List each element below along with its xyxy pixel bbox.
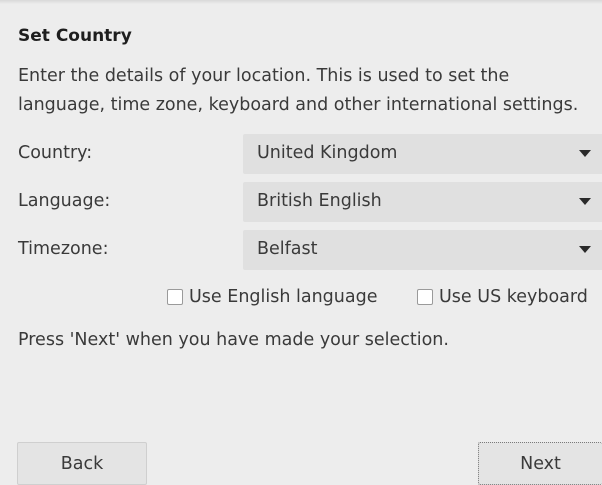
description-line-1: Enter the details of your location. This… <box>18 66 510 86</box>
page-title: Set Country <box>18 26 132 46</box>
use-us-keyboard-label: Use US keyboard <box>439 287 588 307</box>
description-line-2: language, time zone, keyboard and other … <box>18 95 579 115</box>
use-us-keyboard-checkbox[interactable] <box>417 289 433 305</box>
timezone-label: Timezone: <box>18 239 109 259</box>
chevron-down-icon <box>579 198 591 205</box>
next-button[interactable]: Next <box>478 442 602 485</box>
instruction-text: Press 'Next' when you have made your sel… <box>18 330 449 350</box>
window-top-edge <box>0 0 602 4</box>
language-label: Language: <box>18 191 111 211</box>
chevron-down-icon <box>579 246 591 253</box>
country-select-value: United Kingdom <box>257 143 398 163</box>
use-english-label: Use English language <box>189 287 378 307</box>
language-select-value: British English <box>257 191 382 211</box>
use-us-keyboard-option[interactable]: Use US keyboard <box>417 287 588 307</box>
description: Enter the details of your location. This… <box>18 62 602 120</box>
country-select[interactable]: United Kingdom <box>243 134 602 174</box>
use-english-checkbox[interactable] <box>167 289 183 305</box>
country-label: Country: <box>18 143 93 163</box>
back-button[interactable]: Back <box>17 442 147 485</box>
chevron-down-icon <box>579 150 591 157</box>
timezone-select[interactable]: Belfast <box>243 230 602 270</box>
use-english-option[interactable]: Use English language <box>167 287 377 307</box>
language-select[interactable]: British English <box>243 182 602 222</box>
timezone-select-value: Belfast <box>257 239 318 259</box>
